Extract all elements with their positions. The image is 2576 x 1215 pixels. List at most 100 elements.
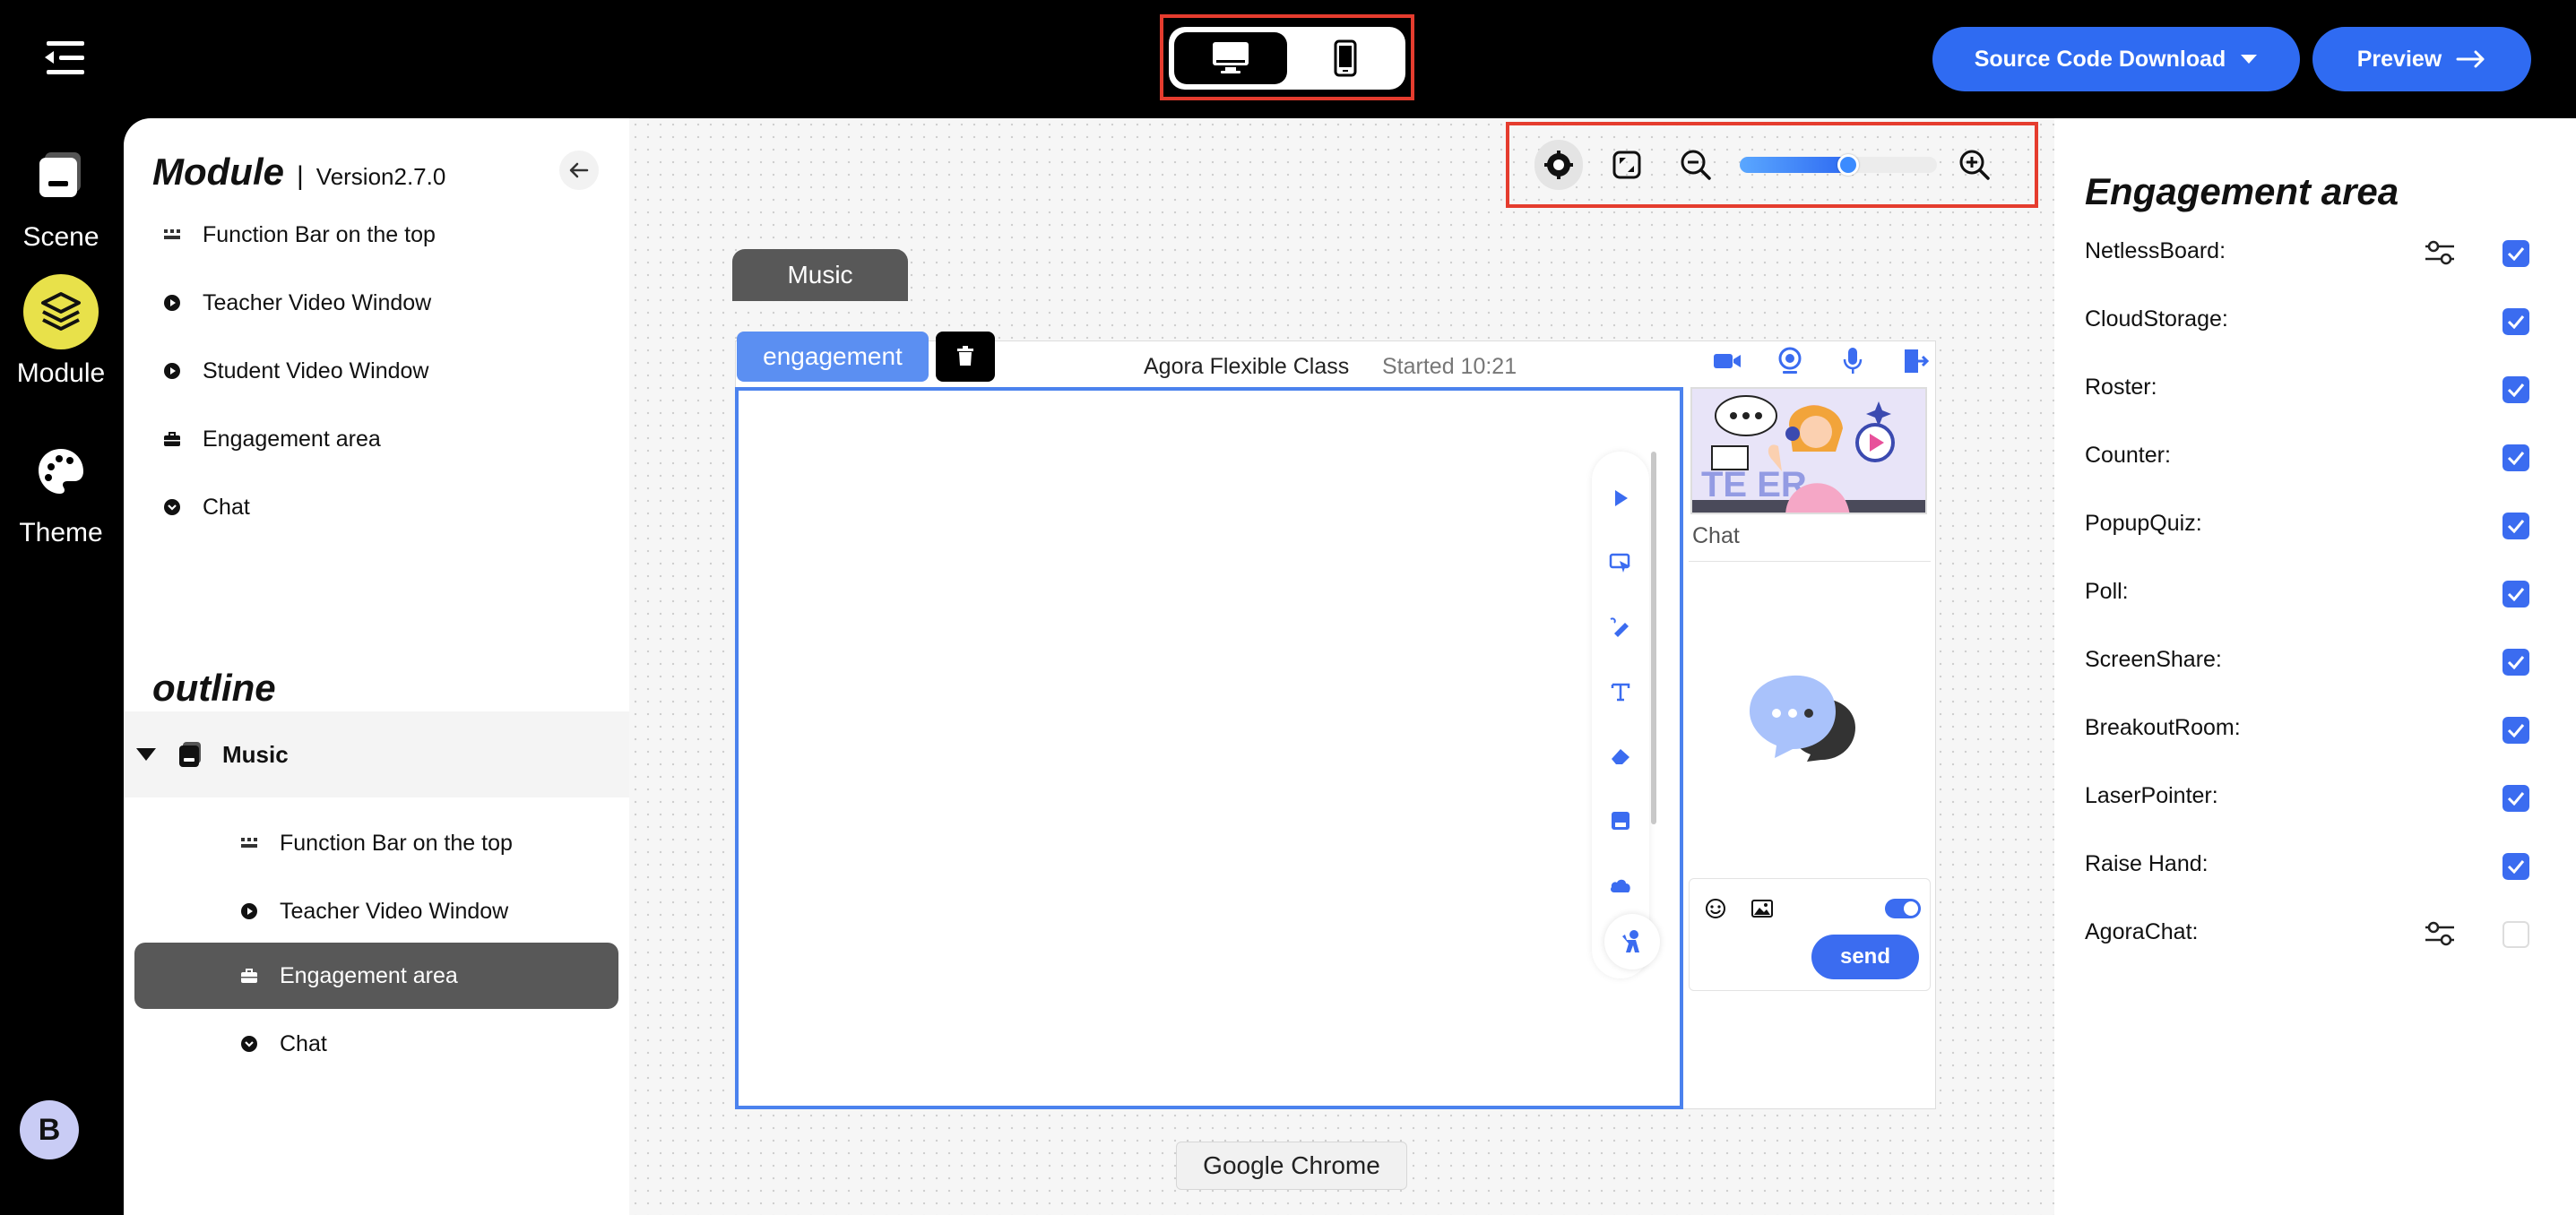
zoom-out-button[interactable]	[1671, 140, 1719, 190]
zoom-slider-handle[interactable]	[1837, 154, 1859, 176]
engagement-option-label: ScreenShare:	[2085, 647, 2222, 672]
rail-item-theme[interactable]: Theme	[0, 434, 122, 548]
scene-icon	[179, 742, 201, 767]
checkmark-icon	[2507, 315, 2525, 329]
selector-tool[interactable]	[1606, 548, 1635, 577]
rail-label-theme: Theme	[19, 518, 103, 547]
send-button[interactable]: send	[1811, 935, 1919, 979]
option-checkbox[interactable]	[2503, 853, 2529, 880]
layers-icon	[23, 274, 99, 349]
cloud-tool[interactable]	[1606, 871, 1635, 900]
caret-down-icon	[2241, 55, 2258, 64]
outline-item-function-bar[interactable]: Function Bar on the top	[134, 810, 618, 876]
engagement-settings-panel: Engagement area NetlessBoard: CloudStorag…	[2054, 118, 2576, 1215]
class-start-time: Started 10:21	[1382, 354, 1517, 379]
camera-button[interactable]	[1712, 346, 1742, 376]
rail-item-scene[interactable]: Scene	[0, 138, 122, 253]
desktop-view-button[interactable]	[1174, 32, 1287, 84]
option-checkbox[interactable]	[2503, 444, 2529, 471]
raise-hand-icon	[1622, 930, 1639, 952]
title-separator: |	[296, 161, 304, 191]
image-icon	[1751, 900, 1773, 918]
image-upload-button[interactable]	[1749, 895, 1776, 922]
drag-mode-button[interactable]	[1534, 140, 1584, 190]
source-code-download-button[interactable]: Source Code Download	[1932, 27, 2300, 91]
module-item-chat[interactable]: Chat	[163, 489, 250, 525]
zoom-slider-fill	[1739, 157, 1848, 173]
module-item-function-bar[interactable]: Function Bar on the top	[163, 217, 436, 253]
zoom-slider[interactable]	[1739, 154, 1937, 176]
preview-button[interactable]: Preview	[2312, 27, 2531, 91]
pen-tool[interactable]	[1606, 613, 1635, 642]
option-checkbox[interactable]	[2503, 513, 2529, 539]
exit-icon	[1905, 349, 1929, 373]
emoji-icon	[1706, 899, 1725, 918]
grid-icon	[241, 838, 257, 848]
delete-module-button[interactable]	[936, 332, 995, 382]
microphone-button[interactable]	[1837, 346, 1868, 376]
module-item-engagement-area[interactable]: Engagement area	[163, 421, 381, 457]
option-checkbox[interactable]	[2503, 376, 2529, 403]
exit-button[interactable]	[1900, 346, 1931, 376]
option-settings-button[interactable]	[2422, 916, 2458, 952]
toolbar-scrollbar[interactable]	[1651, 452, 1656, 824]
mute-all-toggle[interactable]	[1885, 899, 1921, 918]
outline-item-teacher-video[interactable]: Teacher Video Window	[134, 878, 618, 944]
chat-input-box[interactable]: send	[1689, 878, 1931, 991]
checkmark-icon	[2507, 860, 2525, 874]
mobile-view-button[interactable]	[1289, 32, 1402, 84]
outline-item-chat[interactable]: Chat	[134, 1011, 618, 1077]
checkmark-icon	[2507, 656, 2525, 669]
option-checkbox[interactable]	[2503, 649, 2529, 676]
chat-sidebar: TE ER Chat send	[1689, 387, 1931, 1104]
option-checkbox[interactable]	[2503, 717, 2529, 744]
caret-down-icon[interactable]	[134, 745, 158, 763]
app-root: Source Code Download Preview Scene Modul…	[0, 0, 2576, 1215]
teacher-illustration-icon: TE ER	[1692, 389, 1925, 513]
rail-label-scene: Scene	[22, 222, 99, 252]
fit-screen-button[interactable]	[1603, 140, 1651, 190]
module-item-teacher-video[interactable]: Teacher Video Window	[163, 285, 431, 321]
option-checkbox[interactable]	[2503, 785, 2529, 812]
mobile-phone-icon	[1334, 39, 1357, 77]
editor-canvas[interactable]: Music engagement Agora Flexible Class St…	[629, 118, 2054, 1215]
outline-title: outline	[152, 667, 276, 709]
chat-panel-title: Chat	[1692, 523, 1740, 548]
webcam-button[interactable]	[1775, 346, 1805, 376]
engagement-option-row: AgoraChat:	[2085, 916, 2551, 952]
save-tool[interactable]	[1606, 806, 1635, 835]
whiteboard-area[interactable]	[735, 387, 1683, 1109]
module-item-student-video[interactable]: Student Video Window	[163, 353, 428, 389]
option-checkbox[interactable]	[2503, 308, 2529, 335]
eraser-tool[interactable]	[1606, 742, 1635, 771]
collapse-panel-button[interactable]	[559, 151, 599, 190]
scene-tab-music[interactable]: Music	[732, 249, 908, 301]
version-label: Version2.7.0	[316, 163, 446, 190]
pointer-icon	[1615, 490, 1628, 506]
engagement-tag[interactable]: engagement	[737, 332, 929, 382]
checkmark-icon	[2507, 247, 2525, 261]
sliders-icon	[2425, 921, 2454, 946]
play-circle-icon	[241, 903, 257, 919]
engagement-option-row: Counter:	[2085, 439, 2551, 475]
engagement-panel-title: Engagement area	[2085, 170, 2399, 212]
option-settings-button[interactable]	[2422, 235, 2458, 271]
collapse-menu-button[interactable]	[39, 38, 90, 79]
outline-root-music[interactable]: Music	[124, 711, 629, 797]
option-checkbox[interactable]	[2503, 581, 2529, 608]
select-tool[interactable]	[1606, 484, 1635, 513]
raise-hand-button[interactable]	[1604, 914, 1660, 969]
option-checkbox[interactable]	[2503, 240, 2529, 267]
engagement-option-label: Poll:	[2085, 579, 2129, 604]
zoom-in-button[interactable]	[1950, 140, 1999, 190]
emoji-button[interactable]	[1702, 895, 1729, 922]
rail-item-module[interactable]: Module	[0, 274, 122, 389]
class-title: Agora Flexible Class	[1144, 354, 1350, 379]
play-circle-icon	[164, 363, 180, 379]
text-tool[interactable]	[1606, 677, 1635, 706]
tooltip: Google Chrome	[1176, 1142, 1407, 1190]
outline-item-engagement-area[interactable]: Engagement area	[134, 943, 618, 1009]
desktop-icon	[1213, 42, 1249, 73]
option-checkbox[interactable]	[2503, 921, 2529, 948]
user-avatar[interactable]: B	[20, 1100, 79, 1159]
